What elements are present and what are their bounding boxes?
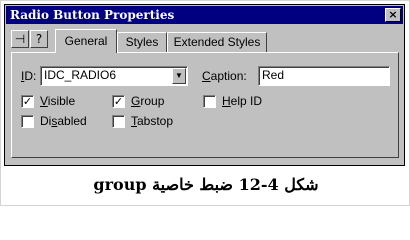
tab-label: Styles [125, 35, 159, 49]
caption-label: Caption: [202, 69, 247, 83]
tab-label: General [64, 34, 108, 48]
properties-dialog: Radio Button Properties × ⊣ ? General St… [4, 4, 405, 166]
help-id-checkbox[interactable] [203, 95, 216, 108]
figure-caption: شكل 4-12 ضبط خاصية group [93, 175, 319, 194]
visible-label: Visible [40, 94, 76, 108]
figure-frame: Radio Button Properties × ⊣ ? General St… [0, 0, 410, 206]
general-panel: ID: IDC_RADIO6 ▼ Caption: Red ✓ Visible … [11, 52, 399, 158]
close-button[interactable]: × [385, 8, 401, 22]
group-checkbox[interactable]: ✓ [112, 95, 125, 108]
window-title: Radio Button Properties [10, 8, 175, 22]
disabled-checkbox[interactable] [21, 115, 34, 128]
tab-styles[interactable]: Styles [117, 32, 167, 52]
caption-value: Red [262, 68, 285, 82]
push-pin-icon[interactable]: ⊣ [11, 30, 29, 48]
id-value: IDC_RADIO6 [44, 68, 117, 82]
help-icon[interactable]: ? [30, 30, 48, 48]
title-bar: Radio Button Properties × [6, 6, 403, 24]
help-id-label: Help ID [222, 94, 263, 108]
visible-checkbox[interactable]: ✓ [21, 95, 34, 108]
tabstop-label: Tabstop [131, 114, 174, 128]
id-combobox[interactable]: IDC_RADIO6 ▼ [40, 66, 188, 86]
tab-label: Extended Styles [173, 35, 261, 49]
tab-general[interactable]: General [55, 29, 117, 53]
disabled-label: Disabled [40, 114, 87, 128]
group-label: Group [131, 94, 165, 108]
caption-input[interactable]: Red [258, 66, 390, 86]
tab-extended-styles[interactable]: Extended Styles [167, 32, 267, 52]
chevron-down-icon[interactable]: ▼ [172, 68, 186, 84]
id-label: ID: [21, 69, 37, 83]
tabstop-checkbox[interactable] [112, 115, 125, 128]
